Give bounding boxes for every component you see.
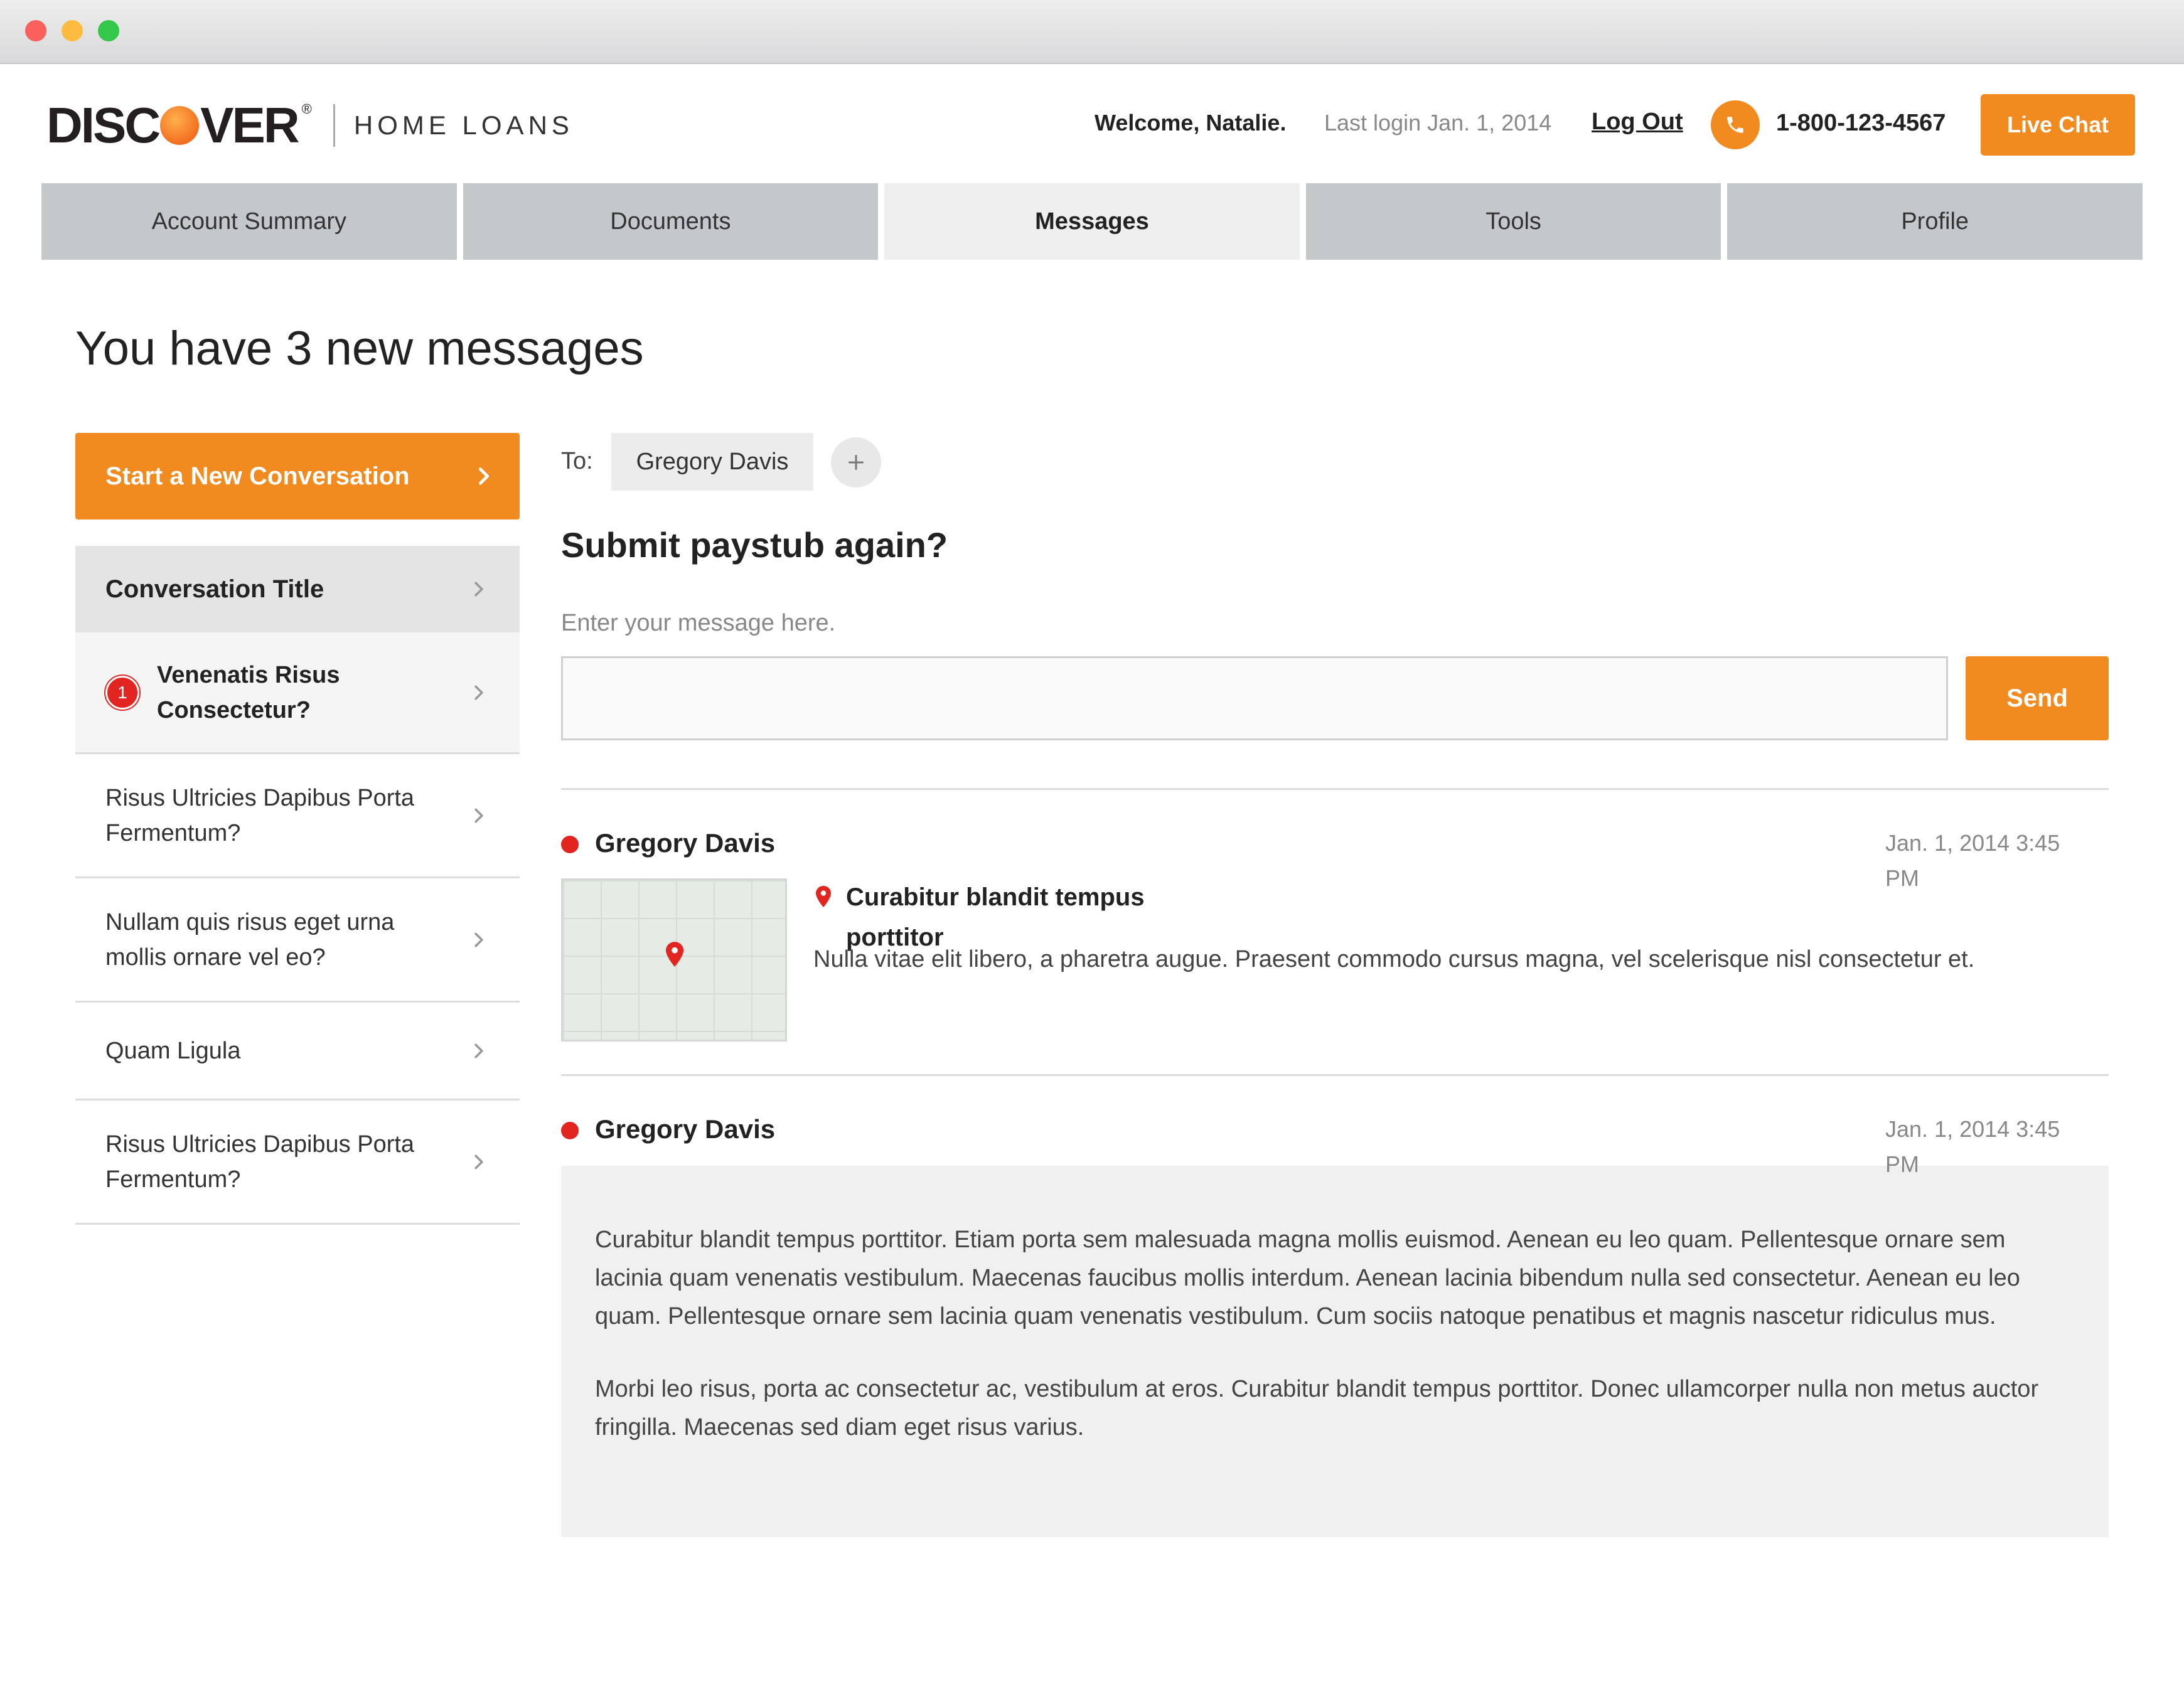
- discover-logo-circle: [160, 106, 200, 145]
- welcome-text: Welcome, Natalie.: [1095, 110, 1287, 136]
- message-sender: Gregory Davis: [595, 828, 776, 858]
- attachment-title[interactable]: Curabitur blandit tempus porttitor: [846, 877, 1223, 957]
- conversation-list: Conversation Title 1 Venenatis Risus Con…: [75, 546, 520, 1225]
- discover-logo: DISC VER ®: [46, 97, 312, 153]
- logo-divider: [333, 104, 335, 147]
- minimize-window-button[interactable]: [62, 20, 83, 41]
- tab-documents[interactable]: Documents: [463, 183, 879, 260]
- logout-link[interactable]: Log Out: [1592, 109, 1683, 136]
- unread-count-badge: 1: [105, 675, 139, 710]
- phone-glyph: [1727, 117, 1743, 133]
- chevron-right-icon: [474, 807, 483, 823]
- start-new-conversation-label: Start a New Conversation: [105, 462, 410, 490]
- tab-tools[interactable]: Tools: [1305, 183, 1721, 260]
- map-thumbnail[interactable]: [561, 878, 787, 1041]
- chevron-right-icon: [474, 582, 483, 597]
- maximize-window-button[interactable]: [98, 20, 119, 41]
- conversation-title: Risus Ultricies Dapibus Porta Fermentum?: [105, 784, 415, 846]
- start-new-conversation-button[interactable]: Start a New Conversation: [75, 433, 520, 519]
- conversation-subject: Submit paystub again?: [561, 525, 948, 565]
- logo-subtitle: HOME LOANS: [353, 110, 574, 140]
- message-paragraph: Curabitur blandit tempus porttitor. Etia…: [595, 1227, 2020, 1329]
- page-title: You have 3 new messages: [75, 322, 644, 375]
- divider: [561, 1074, 2109, 1076]
- send-button[interactable]: Send: [1966, 656, 2109, 740]
- conversation-item[interactable]: 1 Venenatis Risus Consectetur?: [75, 632, 520, 754]
- discover-home-loans-logo[interactable]: DISC VER ® HOME LOANS: [46, 94, 574, 157]
- message-body: Curabitur blandit tempus porttitor. Etia…: [561, 1166, 2109, 1537]
- message-paragraph: Morbi leo risus, porta ac consectetur ac…: [595, 1376, 2039, 1441]
- last-login-text: Last login Jan. 1, 2014: [1324, 110, 1552, 136]
- conversation-title: Risus Ultricies Dapibus Porta Fermentum?: [105, 1131, 415, 1193]
- tab-messages[interactable]: Messages: [884, 183, 1300, 260]
- phone-number[interactable]: 1-800-123-4567: [1776, 110, 1946, 137]
- phone-icon[interactable]: [1711, 100, 1760, 149]
- location-pin-icon: [816, 886, 831, 907]
- map-pin-icon: [666, 942, 683, 967]
- unread-indicator-dot: [561, 1122, 579, 1139]
- message-input-label: Enter your message here.: [561, 610, 836, 636]
- conversation-title: Venenatis Risus Consectetur?: [157, 661, 340, 723]
- chevron-right-icon: [474, 932, 483, 947]
- message-timestamp: Jan. 1, 2014 3:45 PM: [1885, 830, 2060, 891]
- chevron-right-icon: [478, 467, 490, 485]
- add-recipient-button[interactable]: [831, 437, 881, 487]
- conversation-item[interactable]: Nullam quis risus eget urna mollis ornar…: [75, 878, 520, 1003]
- conversation-title: Nullam quis risus eget urna mollis ornar…: [105, 908, 395, 971]
- main-nav-tabs: Account Summary Documents Messages Tools…: [41, 183, 2143, 260]
- tab-account-summary[interactable]: Account Summary: [41, 183, 457, 260]
- message-sender: Gregory Davis: [595, 1114, 776, 1144]
- message-timestamp: Jan. 1, 2014 3:45 PM: [1885, 1116, 2060, 1177]
- unread-indicator-dot: [561, 836, 579, 853]
- message-input[interactable]: [561, 656, 1948, 740]
- attachment-description: Nulla vitae elit libero, a pharetra augu…: [813, 946, 1975, 972]
- conversation-title: Quam Ligula: [105, 1037, 241, 1064]
- divider: [561, 788, 2109, 790]
- chevron-right-icon: [474, 1043, 483, 1058]
- conversation-item[interactable]: Risus Ultricies Dapibus Porta Fermentum?: [75, 754, 520, 878]
- conversation-item[interactable]: Risus Ultricies Dapibus Porta Fermentum?: [75, 1100, 520, 1225]
- recipient-chip[interactable]: Gregory Davis: [611, 433, 813, 491]
- window-titlebar: [0, 0, 2184, 64]
- conversation-list-header[interactable]: Conversation Title: [75, 546, 520, 632]
- tab-profile[interactable]: Profile: [1727, 183, 2143, 260]
- chevron-right-icon: [474, 1154, 483, 1169]
- conversation-item[interactable]: Quam Ligula: [75, 1003, 520, 1100]
- plus-icon: [848, 455, 864, 470]
- to-label: To:: [561, 448, 593, 474]
- live-chat-button[interactable]: Live Chat: [1981, 94, 2135, 156]
- chevron-right-icon: [474, 685, 483, 700]
- conversation-list-header-label: Conversation Title: [105, 575, 324, 603]
- close-window-button[interactable]: [25, 20, 46, 41]
